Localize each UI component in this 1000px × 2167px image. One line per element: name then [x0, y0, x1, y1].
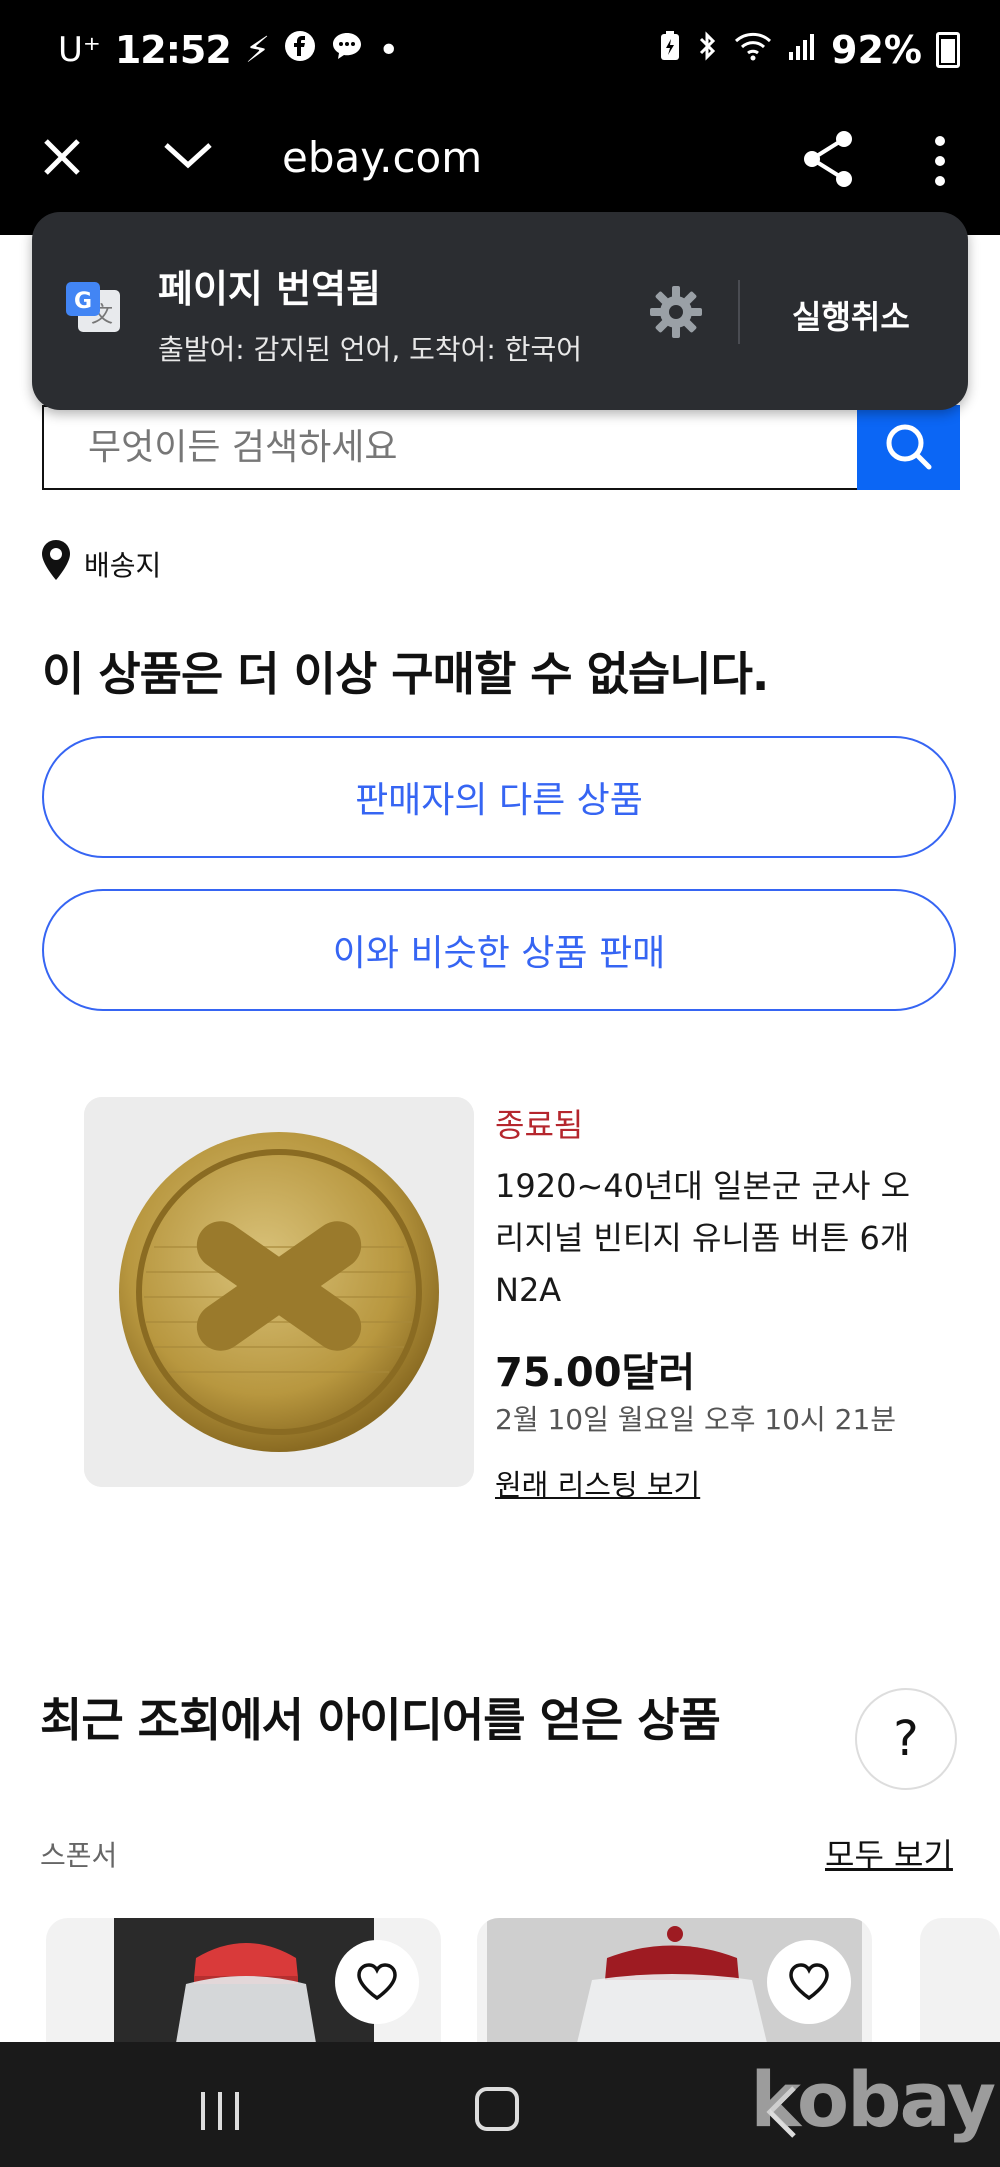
recommendation-card[interactable] — [920, 1918, 1000, 2043]
location-pin-icon — [40, 538, 72, 589]
ship-to-label: 배송지 — [84, 548, 162, 582]
carrier-label: U⁺ — [58, 30, 101, 70]
see-all-link[interactable]: 모두 보기 — [825, 1830, 953, 1876]
share-icon[interactable] — [800, 129, 856, 189]
search-input[interactable] — [44, 407, 857, 488]
chevron-down-icon[interactable] — [160, 135, 220, 185]
sell-similar-button[interactable]: 이와 비슷한 상품 판매 — [42, 889, 956, 1011]
heart-icon[interactable] — [335, 1940, 419, 2024]
close-icon[interactable] — [40, 133, 84, 189]
recent-apps-icon[interactable] — [195, 2090, 245, 2132]
status-bar: U⁺ 12:52 ⚡ • 92% — [0, 0, 1000, 105]
battery-icon — [936, 32, 960, 68]
item-title[interactable]: 1920~40년대 일본군 군사 오리지널 빈티지 유니폼 버튼 6개 N2A — [495, 1160, 925, 1316]
charging-bolt-icon: ⚡ — [244, 29, 271, 71]
help-button[interactable]: ? — [855, 1688, 957, 1790]
svg-text:G: G — [74, 289, 92, 314]
gear-icon[interactable] — [646, 282, 706, 342]
page-title: 이 상품은 더 이상 구매할 수 없습니다. — [42, 647, 769, 701]
chat-icon — [330, 30, 364, 71]
facebook-icon — [284, 30, 316, 71]
translation-languages: 출발어: 감지된 언어, 도착어: 한국어 — [158, 333, 583, 366]
google-translate-icon: 文G — [64, 280, 122, 338]
view-original-listing-link[interactable]: 원래 리스팅 보기 — [495, 1462, 700, 1504]
sponsor-label: 스폰서 — [40, 1839, 118, 1872]
item-price: 75.00달러 — [495, 1350, 696, 1396]
item-image[interactable] — [84, 1097, 474, 1487]
bluetooth-icon — [695, 30, 719, 71]
translation-popup: 文G 페이지 번역됨 출발어: 감지된 언어, 도착어: 한국어 실행취소 — [32, 212, 968, 410]
more-options-icon[interactable] — [925, 133, 955, 189]
clock: 12:52 — [114, 28, 232, 72]
status-badge: 종료됨 — [495, 1106, 584, 1144]
divider — [738, 280, 740, 344]
home-icon[interactable] — [475, 2087, 519, 2131]
url-bar[interactable]: ebay.com — [282, 133, 482, 182]
wifi-icon — [733, 30, 773, 71]
heart-icon[interactable] — [767, 1940, 851, 2024]
recommendations-title: 최근 조회에서 아이디어를 얻은 상품 — [40, 1693, 721, 1747]
signal-icon — [787, 30, 817, 71]
notification-dot-icon: • — [378, 29, 400, 71]
ship-to[interactable]: 배송지 — [40, 538, 161, 589]
battery-percent: 92% — [831, 28, 922, 72]
translation-title: 페이지 번역됨 — [158, 267, 381, 311]
search-button[interactable] — [857, 405, 960, 490]
battery-saver-icon — [659, 30, 681, 71]
watermark-logo: kobay — [750, 2055, 996, 2144]
item-end-date: 2월 10일 월요일 오후 10시 21분 — [495, 1403, 897, 1436]
seller-other-items-button[interactable]: 판매자의 다른 상품 — [42, 736, 956, 858]
search-field[interactable] — [42, 405, 857, 490]
undo-translation-button[interactable]: 실행취소 — [792, 292, 910, 338]
